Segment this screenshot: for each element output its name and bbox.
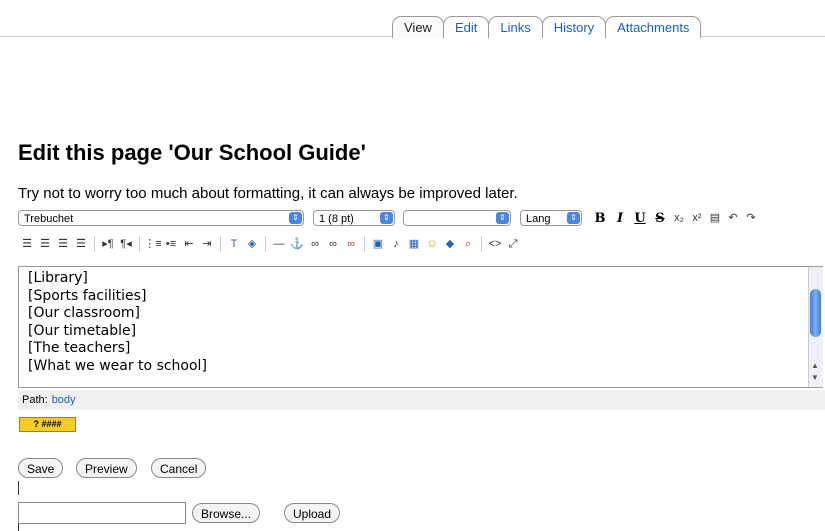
redo-icon[interactable]: ↷ <box>742 210 760 226</box>
toolbar-separator <box>265 236 266 252</box>
paste-word-icon[interactable]: ▤ <box>706 210 724 226</box>
tab-edit[interactable]: Edit <box>442 16 490 38</box>
lang-select[interactable]: Lang ⇕ <box>520 210 582 226</box>
toolbar-separator <box>364 236 365 252</box>
path-body-link[interactable]: body <box>52 394 76 406</box>
ltr-icon[interactable]: ▸¶ <box>99 236 117 252</box>
save-button[interactable]: Save <box>18 458 64 478</box>
toolbar-separator <box>94 236 95 252</box>
font-size-select[interactable]: 1 (8 pt) ⇕ <box>313 210 395 226</box>
align-right-icon[interactable]: ☰ <box>54 236 72 252</box>
text-color-icon[interactable]: T <box>225 236 243 252</box>
page-title: Edit this page 'Our School Guide' <box>18 140 366 165</box>
font-family-value: Trebuchet <box>24 213 74 225</box>
subscript-icon[interactable]: x₂ <box>670 210 688 226</box>
select-arrows-icon: ⇕ <box>380 212 393 224</box>
tab-view[interactable]: View <box>392 16 444 38</box>
smiley-icon[interactable]: ☺ <box>423 236 441 252</box>
formatting-hint: Try not to worry too much about formatti… <box>18 185 518 202</box>
select-arrows-icon: ⇕ <box>567 212 580 224</box>
format-select[interactable]: ⇕ <box>403 210 511 226</box>
ordered-list-icon[interactable]: ⋮≡ <box>144 236 162 252</box>
italic-button[interactable]: I <box>610 211 630 226</box>
help-badge[interactable]: ? #### <box>19 417 76 432</box>
editor-line: [Sports facilities] <box>28 287 147 304</box>
path-label: Path: <box>22 394 48 406</box>
underline-button[interactable]: U <box>630 211 650 226</box>
toolbar-separator <box>481 236 482 252</box>
toolbar-separator <box>139 236 140 252</box>
editor-toolbar-row-2: ☰ ☰ ☰ ☰ ▸¶ ¶◂ ⋮≡ •≡ ⇤ ⇥ T ◈ — ⚓ ∞ ∞ ∞ ▣ … <box>18 233 522 255</box>
nolink-icon[interactable]: ∞ <box>342 236 360 252</box>
select-arrows-icon: ⇕ <box>289 212 302 224</box>
superscript-icon[interactable]: x² <box>688 210 706 226</box>
font-size-value: 1 (8 pt) <box>319 213 354 225</box>
tab-links[interactable]: Links <box>488 16 543 38</box>
editor-path-bar: Path: body <box>18 390 825 410</box>
editor-line: [The teachers] <box>28 340 131 356</box>
outdent-icon[interactable]: ⇤ <box>180 236 198 252</box>
font-family-select[interactable]: Trebuchet ⇕ <box>18 210 304 226</box>
editor-line: [Our classroom] <box>28 305 140 321</box>
editor-line: [Our timetable] <box>28 322 137 339</box>
text-cursor <box>18 524 19 531</box>
align-justify-icon[interactable]: ☰ <box>72 236 90 252</box>
upload-button[interactable]: Upload <box>284 503 341 523</box>
editor-scrollbar[interactable]: ▲ ▼ <box>808 267 823 387</box>
select-arrows-icon: ⇕ <box>496 212 509 224</box>
search-replace-icon[interactable]: ⌕ <box>459 236 477 252</box>
html-source-icon[interactable]: <> <box>486 236 504 252</box>
horizontal-rule-icon[interactable]: — <box>270 236 288 252</box>
link-icon[interactable]: ∞ <box>306 236 324 252</box>
align-center-icon[interactable]: ☰ <box>36 236 54 252</box>
tab-attachments[interactable]: Attachments <box>605 16 702 38</box>
scroll-up-icon[interactable]: ▲ <box>811 361 819 370</box>
unordered-list-icon[interactable]: •≡ <box>162 236 180 252</box>
preview-button[interactable]: Preview <box>76 458 137 478</box>
editor-toolbar-row-1: Trebuchet ⇕ 1 (8 pt) ⇕ ⇕ Lang ⇕ B I U S … <box>18 207 760 229</box>
align-left-icon[interactable]: ☰ <box>18 236 36 252</box>
editor-line: [What we wear to school] <box>28 357 207 374</box>
unlink-icon[interactable]: ∞ <box>324 236 342 252</box>
scrollbar-thumb[interactable] <box>810 289 821 337</box>
toolbar-separator <box>220 236 221 252</box>
anchor-icon[interactable]: ⚓ <box>288 236 306 252</box>
browse-button[interactable]: Browse... <box>192 503 261 523</box>
text-cursor <box>18 481 19 495</box>
strikethrough-button[interactable]: S <box>650 211 670 226</box>
editor-content-area[interactable]: [Library] [Sports facilities] [Our class… <box>18 266 823 388</box>
editor-line: [Library] <box>28 270 88 286</box>
background-color-icon[interactable]: ◈ <box>243 236 261 252</box>
lang-value: Lang <box>526 213 551 225</box>
file-path-input[interactable] <box>18 502 186 524</box>
tab-history[interactable]: History <box>541 16 607 38</box>
undo-icon[interactable]: ↶ <box>724 210 742 226</box>
cancel-button[interactable]: Cancel <box>151 458 207 478</box>
table-icon[interactable]: ▦ <box>405 236 423 252</box>
media-icon[interactable]: ♪ <box>387 236 405 252</box>
special-char-icon[interactable]: ◆ <box>441 236 459 252</box>
fullscreen-icon[interactable]: ⤢ <box>504 236 522 252</box>
image-icon[interactable]: ▣ <box>369 236 387 252</box>
bold-button[interactable]: B <box>590 211 610 226</box>
page-tabs: View Edit Links History Attachments <box>392 16 702 38</box>
scroll-down-icon[interactable]: ▼ <box>811 373 819 382</box>
rtl-icon[interactable]: ¶◂ <box>117 236 135 252</box>
indent-icon[interactable]: ⇥ <box>198 236 216 252</box>
